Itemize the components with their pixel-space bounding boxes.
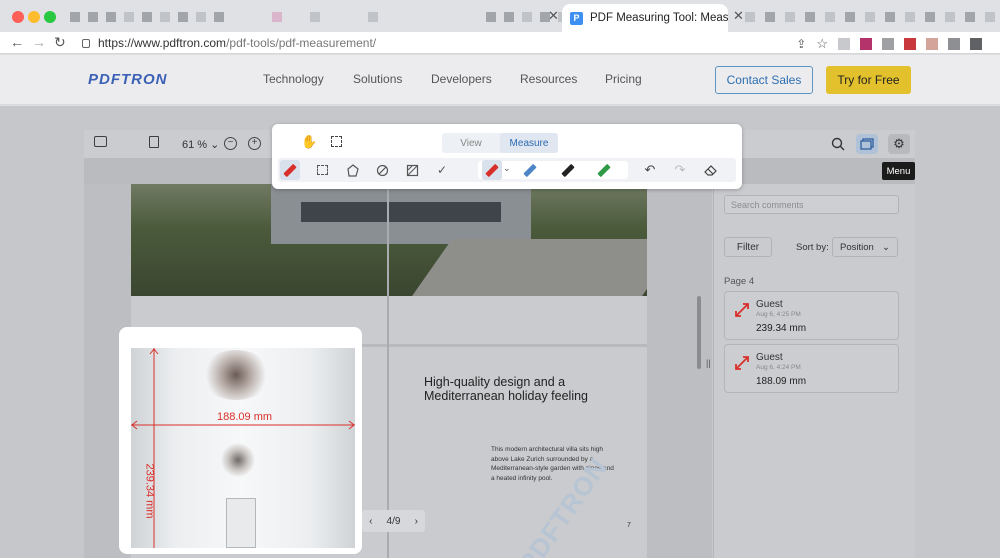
back-arrow-icon[interactable]: ← <box>10 34 24 50</box>
horizontal-measurement-label[interactable]: 188.09 mm <box>217 411 272 423</box>
tab-close-icon[interactable]: ✕ <box>733 8 744 24</box>
extension-icon[interactable] <box>882 38 894 50</box>
share-icon[interactable]: ⇪ <box>796 37 806 51</box>
pdftron-logo[interactable]: PDFTRON <box>88 71 168 88</box>
url-domain: https://www.pdftron.com <box>98 36 227 50</box>
panel-resize-handle[interactable]: || <box>706 358 711 368</box>
measure-arrow-icon <box>735 303 749 317</box>
vertical-measurement-label[interactable]: 239.34 mm <box>144 463 156 518</box>
prev-page-icon[interactable]: ‹ <box>369 516 372 527</box>
reload-icon[interactable]: ↻ <box>54 34 66 51</box>
next-page-icon[interactable]: › <box>415 516 418 527</box>
minimize-window-button[interactable] <box>28 11 40 23</box>
rectangle-area-tool-icon[interactable] <box>402 160 422 180</box>
address-bar: ← → ↻ https://www.pdftron.com/pdf-tools/… <box>0 32 1000 54</box>
ruler-black-style-icon[interactable] <box>558 160 578 180</box>
lock-icon <box>82 38 90 48</box>
extension-icon[interactable] <box>948 38 960 50</box>
forward-arrow-icon[interactable]: → <box>32 34 46 50</box>
ruler-green-style-icon[interactable] <box>594 160 614 180</box>
distance-ruler-tool-icon[interactable] <box>280 160 300 180</box>
zoom-in-icon[interactable]: + <box>248 137 261 150</box>
ruler-red-style-icon[interactable] <box>482 160 502 180</box>
chevron-down-icon[interactable]: ⌄ <box>503 163 511 174</box>
page-navigator: ‹ 4/9 › <box>362 510 425 532</box>
comments-panel-icon[interactable] <box>856 134 878 154</box>
close-window-button[interactable] <box>12 11 24 23</box>
measure-toolbar-popup: ✋ View Measure ✓ ⌄ ↶ ↷ <box>272 124 742 189</box>
comment-date: Aug 6, 4:25 PM <box>756 311 801 318</box>
nav-technology[interactable]: Technology <box>263 72 324 86</box>
extension-icon[interactable] <box>904 38 916 50</box>
nav-solutions[interactable]: Solutions <box>353 72 402 86</box>
comments-page-label: Page 4 <box>724 276 755 287</box>
document-page-number: 7 <box>627 522 631 529</box>
site-header: PDFTRON Technology Solutions Developers … <box>0 55 1000 105</box>
profile-avatar[interactable] <box>970 38 982 50</box>
pan-hand-icon[interactable]: ✋ <box>301 134 317 150</box>
mode-switch: View Measure <box>442 133 558 153</box>
sort-by-label: Sort by: <box>796 242 829 253</box>
comment-author: Guest <box>756 299 783 310</box>
tab-active[interactable]: P PDF Measuring Tool: Measure <box>562 4 728 32</box>
rectangle-select-tool-icon[interactable] <box>312 160 332 180</box>
tab-title: PDF Measuring Tool: Measure <box>590 12 728 24</box>
measurement-overlay <box>131 348 355 548</box>
ruler-blue-style-icon[interactable] <box>520 160 540 180</box>
zoom-out-icon[interactable]: − <box>224 137 237 150</box>
comment-card[interactable]: Guest Aug 6, 4:25 PM 239.34 mm <box>724 291 899 340</box>
area-select-icon[interactable] <box>331 136 342 147</box>
undo-icon[interactable]: ↶ <box>640 160 660 180</box>
sidebar-toggle-icon[interactable] <box>94 136 107 147</box>
vertical-scrollbar[interactable] <box>697 296 701 369</box>
nav-pricing[interactable]: Pricing <box>605 72 642 86</box>
blurred-tabs-right[interactable] <box>745 12 1000 22</box>
polygon-area-tool-icon[interactable] <box>342 160 362 180</box>
comment-card[interactable]: Guest Aug 6, 4:24 PM 188.09 mm <box>724 344 899 393</box>
url-path: /pdf-tools/pdf-measurement/ <box>226 36 377 50</box>
tab-close-icon[interactable]: ✕ <box>548 8 559 24</box>
try-for-free-button[interactable]: Try for Free <box>826 66 911 94</box>
zoom-level[interactable]: 61 % ⌄ <box>182 138 219 151</box>
nav-resources[interactable]: Resources <box>520 72 577 86</box>
document-icon[interactable] <box>149 136 159 148</box>
measure-tools-row: ✓ ⌄ ↶ ↷ <box>278 158 736 182</box>
ellipse-tool-icon[interactable] <box>372 160 392 180</box>
search-icon[interactable] <box>827 134 849 154</box>
filter-button[interactable]: Filter <box>724 237 772 257</box>
page-indicator[interactable]: 4/9 <box>387 516 401 527</box>
tab-view[interactable]: View <box>442 133 500 153</box>
settings-gear-icon[interactable]: ⚙ <box>888 134 910 154</box>
browser-tab-bar: ✕ P PDF Measuring Tool: Measure ✕ <box>0 0 1000 32</box>
extension-icon[interactable] <box>926 38 938 50</box>
sort-select[interactable]: Position ⌄ <box>832 237 898 257</box>
contact-sales-button[interactable]: Contact Sales <box>715 66 813 94</box>
extension-icon[interactable] <box>838 38 850 50</box>
bookmark-star-icon[interactable]: ☆ <box>816 36 828 52</box>
pdf-favicon-icon: P <box>570 11 583 25</box>
redo-icon[interactable]: ↷ <box>670 160 690 180</box>
nav-developers[interactable]: Developers <box>431 72 492 86</box>
address-bar-actions: ⇪ ☆ <box>796 36 982 52</box>
villa-photo <box>131 184 647 296</box>
url-field[interactable]: https://www.pdftron.com/pdf-tools/pdf-me… <box>82 36 376 50</box>
tab-measure[interactable]: Measure <box>500 133 558 153</box>
comment-date: Aug 6, 4:24 PM <box>756 364 801 371</box>
comment-author: Guest <box>756 352 783 363</box>
document-headline: High-quality design and a Mediterranean … <box>424 375 588 403</box>
measure-arrow-icon <box>735 356 749 370</box>
comment-value: 239.34 mm <box>756 323 807 334</box>
maximize-window-button[interactable] <box>44 11 56 23</box>
document-page-right <box>389 296 647 558</box>
eraser-icon[interactable] <box>700 160 720 180</box>
extension-icon[interactable] <box>860 38 872 50</box>
corridor-image[interactable] <box>131 348 355 548</box>
search-comments-input[interactable]: Search comments <box>724 195 899 214</box>
page-spine <box>387 184 389 558</box>
menu-tooltip: Menu <box>882 162 915 180</box>
comment-value: 188.09 mm <box>756 376 807 387</box>
checkmark-icon[interactable]: ✓ <box>432 160 452 180</box>
